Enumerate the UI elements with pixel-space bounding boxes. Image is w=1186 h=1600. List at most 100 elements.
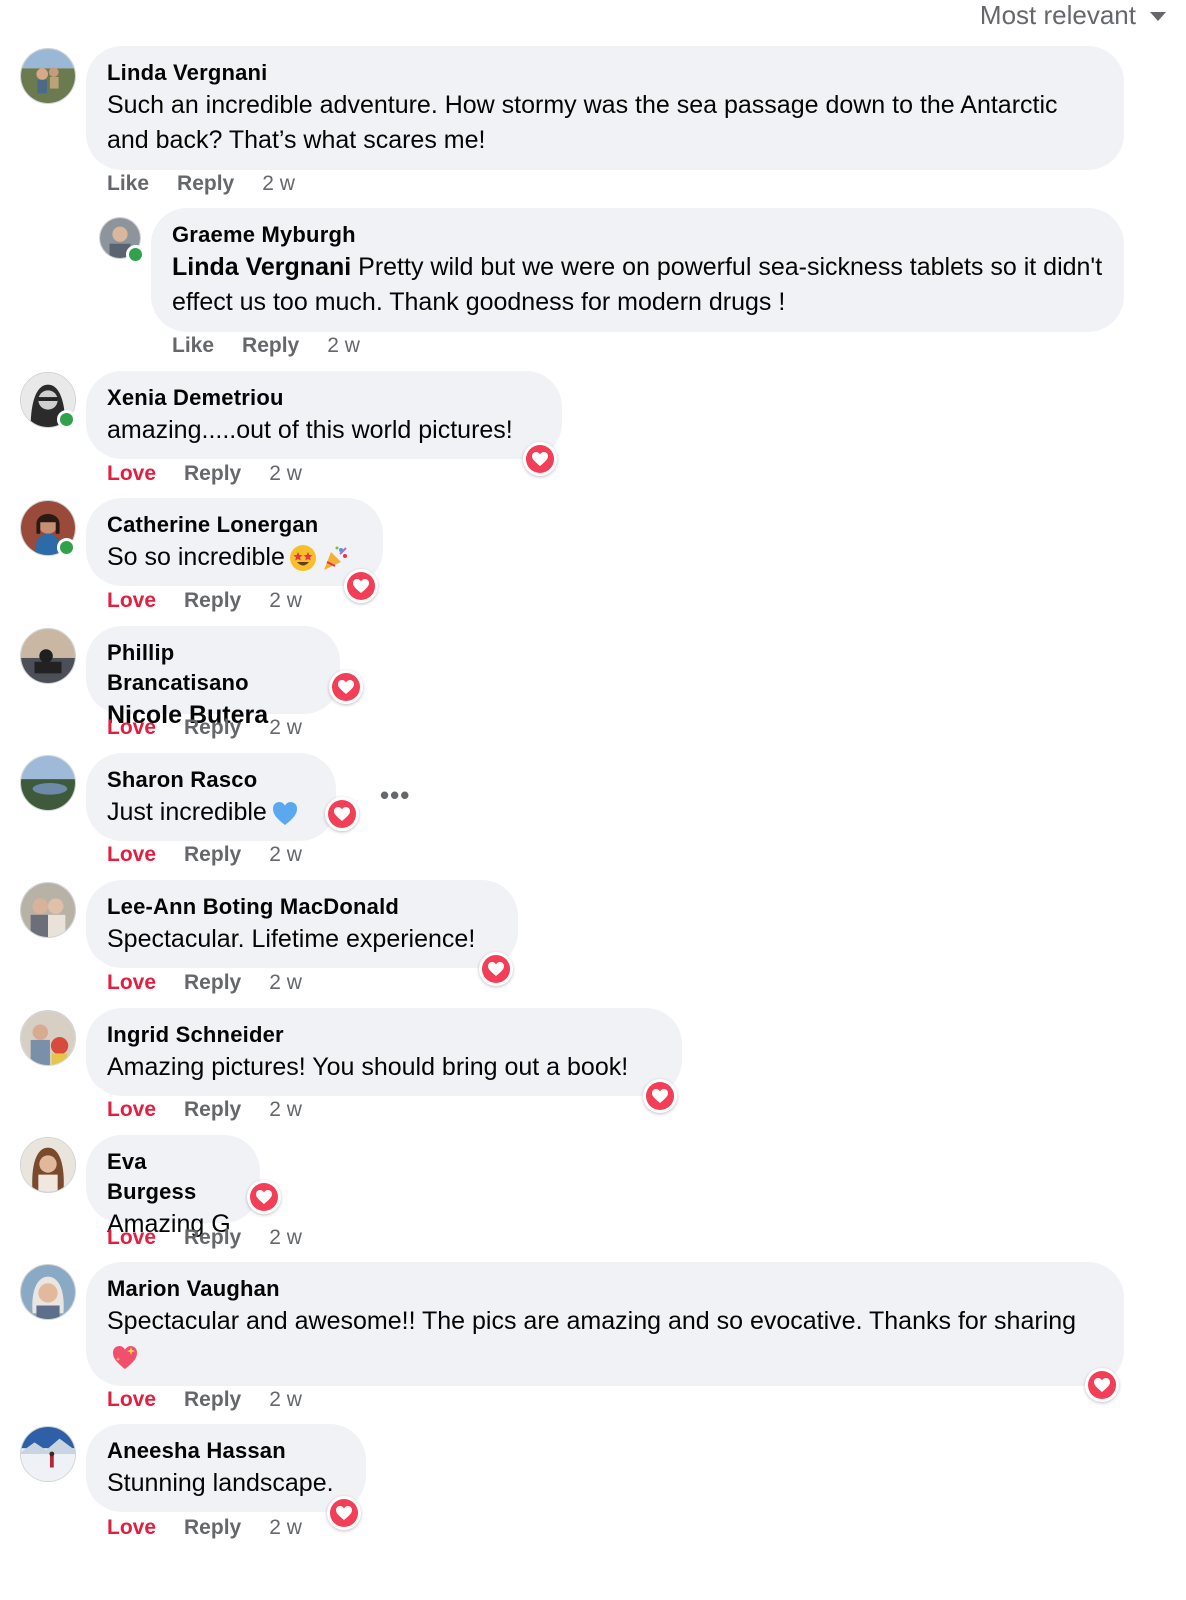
love-button[interactable]: Love xyxy=(107,1226,156,1250)
comment-text: Amazing pictures! You should bring out a… xyxy=(107,1053,629,1081)
comment-actions: Love Reply 2 w xyxy=(107,716,302,740)
love-button[interactable]: Love xyxy=(107,1388,156,1412)
reply-button[interactable]: Reply xyxy=(177,172,234,196)
sort-dropdown[interactable]: Most relevant xyxy=(980,0,1166,30)
avatar[interactable] xyxy=(20,755,76,811)
like-button[interactable]: Like xyxy=(172,334,214,358)
comment-body: Spectacular and awesome!! The pics are a… xyxy=(107,1307,1077,1335)
comment-author[interactable]: Lee-Ann Boting MacDonald xyxy=(107,892,498,922)
comment-actions: Love Reply 2 w xyxy=(107,1226,302,1250)
reply-button[interactable]: Reply xyxy=(184,716,241,740)
comment-actions: Love Reply 2 w xyxy=(107,589,302,613)
love-reaction-badge[interactable] xyxy=(479,952,513,986)
comment-text: So so incredible xyxy=(107,540,363,575)
comment-text: Stunning landscape. xyxy=(107,1469,334,1497)
heart-icon xyxy=(652,1089,668,1103)
comment-timestamp[interactable]: 2 w xyxy=(327,334,360,358)
comment-text: Just incredible xyxy=(107,795,316,830)
comment-timestamp[interactable]: 2 w xyxy=(269,1516,302,1540)
comment-bubble: Linda Vergnani Such an incredible advent… xyxy=(86,46,1124,170)
love-button[interactable]: Love xyxy=(107,462,156,486)
reply-button[interactable]: Reply xyxy=(184,589,241,613)
comment-bubble: Xenia Demetriou amazing.....out of this … xyxy=(86,371,562,459)
love-button[interactable]: Love xyxy=(107,589,156,613)
comment-timestamp[interactable]: 2 w xyxy=(269,716,302,740)
love-button[interactable]: Love xyxy=(107,971,156,995)
comment-bubble: Marion Vaughan Spectacular and awesome!!… xyxy=(86,1262,1124,1386)
mention-link[interactable]: Linda Vergnani xyxy=(172,253,351,281)
avatar[interactable] xyxy=(20,628,76,684)
reply-button[interactable]: Reply xyxy=(184,462,241,486)
comment-author[interactable]: Catherine Lonergan xyxy=(107,510,363,540)
more-options-icon[interactable]: ••• xyxy=(380,780,410,811)
comment-body: Just incredible xyxy=(107,798,267,826)
love-reaction-badge[interactable] xyxy=(344,569,378,603)
comment-timestamp[interactable]: 2 w xyxy=(269,843,302,867)
comment-actions: Love Reply 2 w xyxy=(107,1516,302,1540)
love-reaction-badge[interactable] xyxy=(329,670,363,704)
comment-timestamp[interactable]: 2 w xyxy=(262,172,295,196)
comment-author[interactable]: Phillip Brancatisano xyxy=(107,638,320,698)
love-reaction-badge[interactable] xyxy=(1085,1368,1119,1402)
love-reaction-badge[interactable] xyxy=(643,1079,677,1113)
comment-author[interactable]: Graeme Myburgh xyxy=(172,220,1104,250)
comment-bubble: Aneesha Hassan Stunning landscape. xyxy=(86,1424,366,1512)
comment-timestamp[interactable]: 2 w xyxy=(269,1388,302,1412)
comment-author[interactable]: Xenia Demetriou xyxy=(107,383,542,413)
comment-author[interactable]: Ingrid Schneider xyxy=(107,1020,662,1050)
party-popper-emoji xyxy=(323,546,347,571)
star-struck-emoji xyxy=(289,545,316,572)
reply-button[interactable]: Reply xyxy=(184,1388,241,1412)
comment-bubble: Phillip Brancatisano Nicole Butera xyxy=(86,626,340,729)
comment-author[interactable]: Marion Vaughan xyxy=(107,1274,1104,1304)
online-indicator xyxy=(57,538,76,557)
love-button[interactable]: Love xyxy=(107,716,156,740)
heart-icon xyxy=(336,1506,352,1520)
like-button[interactable]: Like xyxy=(107,172,149,196)
avatar[interactable] xyxy=(20,1264,76,1320)
reply-button[interactable]: Reply xyxy=(184,1098,241,1122)
comment-actions: Love Reply 2 w xyxy=(107,843,302,867)
comment-timestamp[interactable]: 2 w xyxy=(269,1226,302,1250)
reply-button[interactable]: Reply xyxy=(184,1516,241,1540)
avatar[interactable] xyxy=(20,48,76,104)
comment-actions: Love Reply 2 w xyxy=(107,971,302,995)
comment-bubble: Lee-Ann Boting MacDonald Spectacular. Li… xyxy=(86,880,518,968)
love-reaction-badge[interactable] xyxy=(247,1180,281,1214)
comment-author[interactable]: Sharon Rasco xyxy=(107,765,316,795)
reply-button[interactable]: Reply xyxy=(184,843,241,867)
comment-bubble: Sharon Rasco Just incredible xyxy=(86,753,336,841)
reply-button[interactable]: Reply xyxy=(242,334,299,358)
comment-text: amazing.....out of this world pictures! xyxy=(107,416,513,444)
online-indicator xyxy=(126,245,145,264)
comment-timestamp[interactable]: 2 w xyxy=(269,462,302,486)
comment-bubble: Ingrid Schneider Amazing pictures! You s… xyxy=(86,1008,682,1096)
love-button[interactable]: Love xyxy=(107,843,156,867)
comment-author[interactable]: Linda Vergnani xyxy=(107,58,1104,88)
comment-timestamp[interactable]: 2 w xyxy=(269,971,302,995)
heart-icon xyxy=(338,680,354,694)
heart-icon xyxy=(1094,1378,1110,1392)
comment-actions: Love Reply 2 w xyxy=(107,1388,302,1412)
avatar[interactable] xyxy=(20,1010,76,1066)
love-button[interactable]: Love xyxy=(107,1098,156,1122)
love-reaction-badge[interactable] xyxy=(523,442,557,476)
reply-button[interactable]: Reply xyxy=(184,1226,241,1250)
comment-actions: Like Reply 2 w xyxy=(172,334,360,358)
caret-down-icon xyxy=(1150,12,1166,21)
comment-timestamp[interactable]: 2 w xyxy=(269,1098,302,1122)
avatar[interactable] xyxy=(20,1426,76,1482)
heart-icon xyxy=(256,1190,272,1204)
comment-timestamp[interactable]: 2 w xyxy=(269,589,302,613)
love-reaction-badge[interactable] xyxy=(327,1496,361,1530)
comment-author[interactable]: Eva Burgess xyxy=(107,1147,240,1207)
love-button[interactable]: Love xyxy=(107,1516,156,1540)
comment-actions: Love Reply 2 w xyxy=(107,462,302,486)
reply-button[interactable]: Reply xyxy=(184,971,241,995)
love-reaction-badge[interactable] xyxy=(325,797,359,831)
blue-heart-emoji xyxy=(272,802,297,826)
comment-author[interactable]: Aneesha Hassan xyxy=(107,1436,346,1466)
avatar[interactable] xyxy=(20,1137,76,1193)
avatar[interactable] xyxy=(20,882,76,938)
comment-text: Spectacular. Lifetime experience! xyxy=(107,925,476,953)
